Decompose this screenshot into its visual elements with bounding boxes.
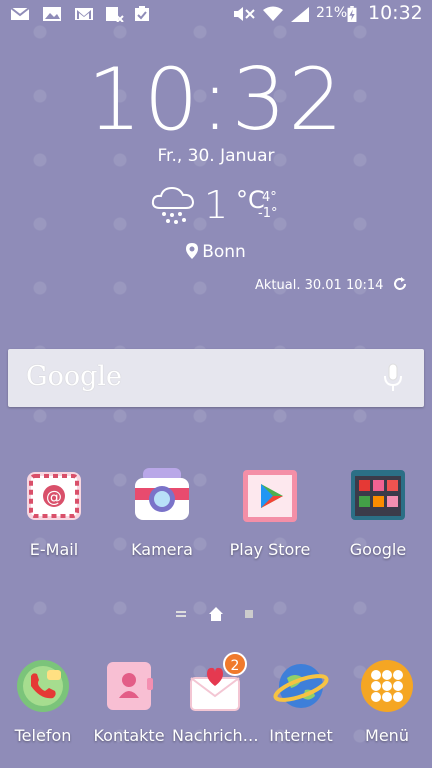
- dock-messages[interactable]: 2 Nachrich…: [172, 652, 259, 745]
- app-google-folder[interactable]: Google: [330, 466, 426, 559]
- camera-app-icon: [135, 468, 189, 520]
- dock-label: Menü: [365, 726, 409, 745]
- weather-high: 4°: [262, 190, 277, 205]
- location-name: Bonn: [202, 242, 246, 262]
- status-time: 10:32: [368, 2, 423, 24]
- contacts-icon: [107, 662, 153, 710]
- updated-text: Aktual. 30.01 10:14: [255, 278, 384, 293]
- google-logo: Google: [26, 361, 122, 392]
- dock-label: Kontakte: [93, 726, 165, 745]
- weather-updated: Aktual. 30.01 10:14: [255, 276, 408, 293]
- dock-phone[interactable]: Telefon: [0, 658, 86, 745]
- location-pin-icon: [186, 243, 199, 259]
- app-label: Google: [349, 540, 407, 559]
- apps-menu-icon: [361, 660, 413, 712]
- weather-temperature: 1: [204, 183, 229, 227]
- app-label: Kamera: [131, 540, 193, 559]
- play-store-icon: [243, 470, 297, 522]
- gmail-icon: [75, 8, 93, 20]
- email-app-icon: @: [27, 472, 81, 520]
- dock-messages-icon-wrap: 2: [187, 652, 247, 714]
- signal-icon: [291, 7, 309, 22]
- app-label: Play Store: [229, 540, 311, 559]
- page-indicator[interactable]: [0, 606, 432, 622]
- phone-icon: [17, 660, 69, 712]
- dock-internet[interactable]: Internet: [258, 658, 344, 745]
- dock-label: Telefon: [14, 726, 72, 745]
- clock-date: Fr., 30. Januar: [157, 146, 275, 166]
- weather-location: Bonn: [0, 242, 432, 262]
- app-camera[interactable]: Kamera: [114, 466, 210, 559]
- snow-cloud-icon: [151, 186, 195, 224]
- unread-badge: 2: [223, 652, 247, 676]
- app-email[interactable]: @ E-Mail: [6, 466, 102, 559]
- app-label: E-Mail: [29, 540, 79, 559]
- microphone-icon[interactable]: [382, 363, 404, 393]
- clock-time[interactable]: 10:32: [0, 52, 432, 148]
- wifi-icon: [263, 6, 283, 21]
- dock-menu-icon-wrap: [359, 658, 415, 714]
- dock-label: Internet: [269, 726, 333, 745]
- weather-widget[interactable]: 1 °C 4° -1°: [150, 182, 310, 232]
- battery-percent: 21%: [316, 5, 348, 21]
- google-search-bar[interactable]: Google: [8, 349, 424, 407]
- refresh-icon[interactable]: [392, 276, 408, 292]
- google-folder-icon: [351, 470, 405, 520]
- email-icon: [10, 7, 30, 20]
- storage-icon: [106, 7, 124, 22]
- clipboard-check-icon: [135, 6, 149, 21]
- svg-text:@: @: [46, 487, 62, 506]
- internet-globe-icon: [273, 664, 329, 708]
- app-play-store[interactable]: Play Store: [222, 466, 318, 559]
- page-list-icon[interactable]: [174, 608, 188, 620]
- mute-icon: [234, 7, 255, 21]
- gallery-icon: [43, 7, 61, 21]
- dock-label: Nachrich…: [172, 726, 259, 745]
- status-bar[interactable]: 21% 10:32: [0, 0, 432, 30]
- dock-internet-icon-wrap: [273, 658, 329, 714]
- page-dot-icon[interactable]: [244, 609, 254, 619]
- dock-phone-icon-wrap: [15, 658, 71, 714]
- battery-charging-icon: [347, 6, 357, 22]
- dock-contacts[interactable]: Kontakte: [86, 658, 172, 745]
- weather-low: -1°: [258, 206, 278, 221]
- dock-apps-menu[interactable]: Menü: [344, 658, 430, 745]
- home-page-icon[interactable]: [208, 606, 224, 622]
- dock-contacts-icon-wrap: [101, 658, 157, 714]
